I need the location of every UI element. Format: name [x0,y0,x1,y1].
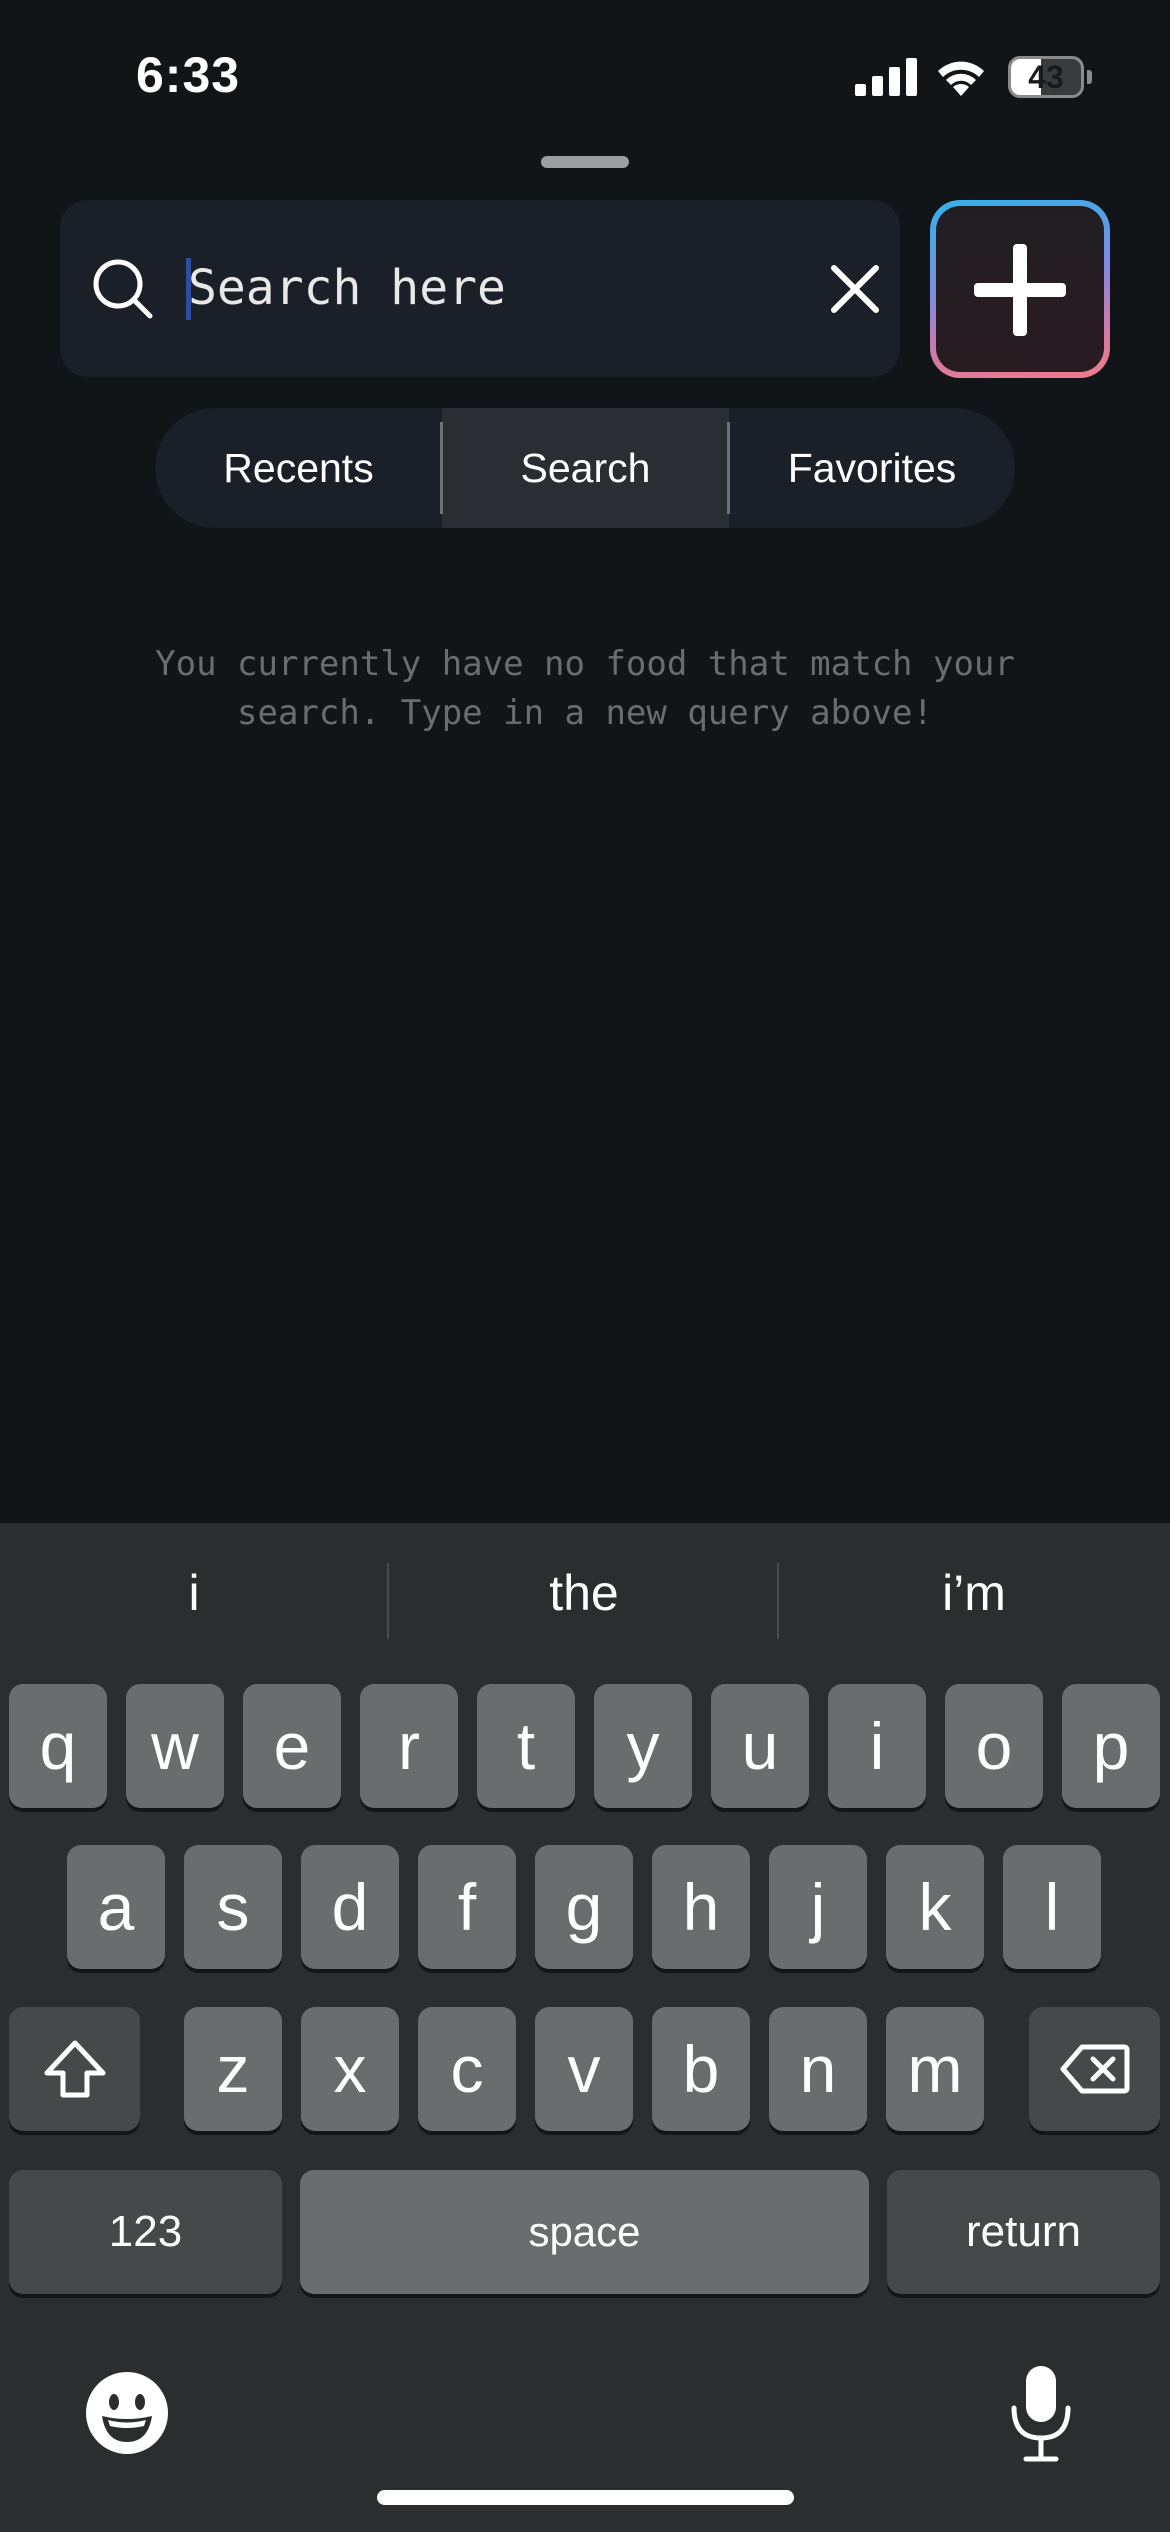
emoji-face-icon[interactable] [84,2370,170,2456]
backspace-icon [1060,2044,1129,2094]
key-l[interactable]: l [1003,1845,1101,1969]
key-g[interactable]: g [535,1845,633,1969]
add-food-button[interactable] [930,200,1110,378]
suggestion-item[interactable]: i [0,1553,388,1633]
wifi-icon [938,61,984,96]
tab-divider [727,422,730,514]
battery-percent: 43 [1028,59,1064,95]
microphone-icon[interactable] [1006,2364,1076,2464]
plus-icon [974,244,1066,336]
key-n[interactable]: n [769,2007,867,2131]
sheet-grabber[interactable] [541,156,629,168]
return-key-label: return [966,2207,1081,2256]
magnifier-icon [93,259,153,319]
status-bar: 6:33 43 [0,0,1170,150]
key-p[interactable]: p [1062,1684,1160,1808]
key-e[interactable]: e [243,1684,341,1808]
key-s[interactable]: s [184,1845,282,1969]
delete-key[interactable] [1029,2007,1160,2131]
close-x-icon[interactable] [826,260,884,318]
suggestion-item[interactable]: i’m [780,1553,1168,1633]
tab-search-label: Search [520,444,651,491]
key-u[interactable]: u [711,1684,809,1808]
tab-divider [440,422,443,514]
key-t[interactable]: t [477,1684,575,1808]
space-key[interactable]: space [300,2170,869,2294]
key-y[interactable]: y [594,1684,692,1808]
space-key-label: space [528,2208,641,2255]
tab-search[interactable]: Search [442,408,729,528]
empty-state-message: You currently have no food that match yo… [155,644,1015,733]
key-d[interactable]: d [301,1845,399,1969]
key-z[interactable]: z [184,2007,282,2131]
key-x[interactable]: x [301,2007,399,2131]
tab-favorites-label: Favorites [787,444,957,491]
key-c[interactable]: c [418,2007,516,2131]
key-i[interactable]: i [828,1684,926,1808]
key-o[interactable]: o [945,1684,1043,1808]
key-k[interactable]: k [886,1845,984,1969]
numbers-key[interactable]: 123 [9,2170,282,2294]
return-key[interactable]: return [887,2170,1160,2294]
search-input[interactable] [188,250,788,326]
home-indicator[interactable] [377,2490,794,2505]
key-r[interactable]: r [360,1684,458,1808]
numbers-key-label: 123 [108,2207,183,2256]
tab-favorites[interactable]: Favorites [729,408,1015,528]
tab-segmented-control: Recents Search Favorites [155,408,1015,528]
suggestion-item[interactable]: the [390,1553,778,1633]
cellular-signal-icon [855,58,917,96]
key-a[interactable]: a [67,1845,165,1969]
key-f[interactable]: f [418,1845,516,1969]
key-b[interactable]: b [652,2007,750,2131]
shift-arrow-icon [44,2040,105,2098]
key-j[interactable]: j [769,1845,867,1969]
key-m[interactable]: m [886,2007,984,2131]
key-v[interactable]: v [535,2007,633,2131]
key-h[interactable]: h [652,1845,750,1969]
tab-recents[interactable]: Recents [155,408,442,528]
predictive-bar: i the i’m [0,1523,1170,1673]
key-w[interactable]: w [126,1684,224,1808]
tab-recents-label: Recents [223,444,374,491]
status-time: 6:33 [136,47,241,103]
battery-indicator: 43 [1008,56,1092,98]
key-q[interactable]: q [9,1684,107,1808]
shift-key[interactable] [9,2007,140,2131]
